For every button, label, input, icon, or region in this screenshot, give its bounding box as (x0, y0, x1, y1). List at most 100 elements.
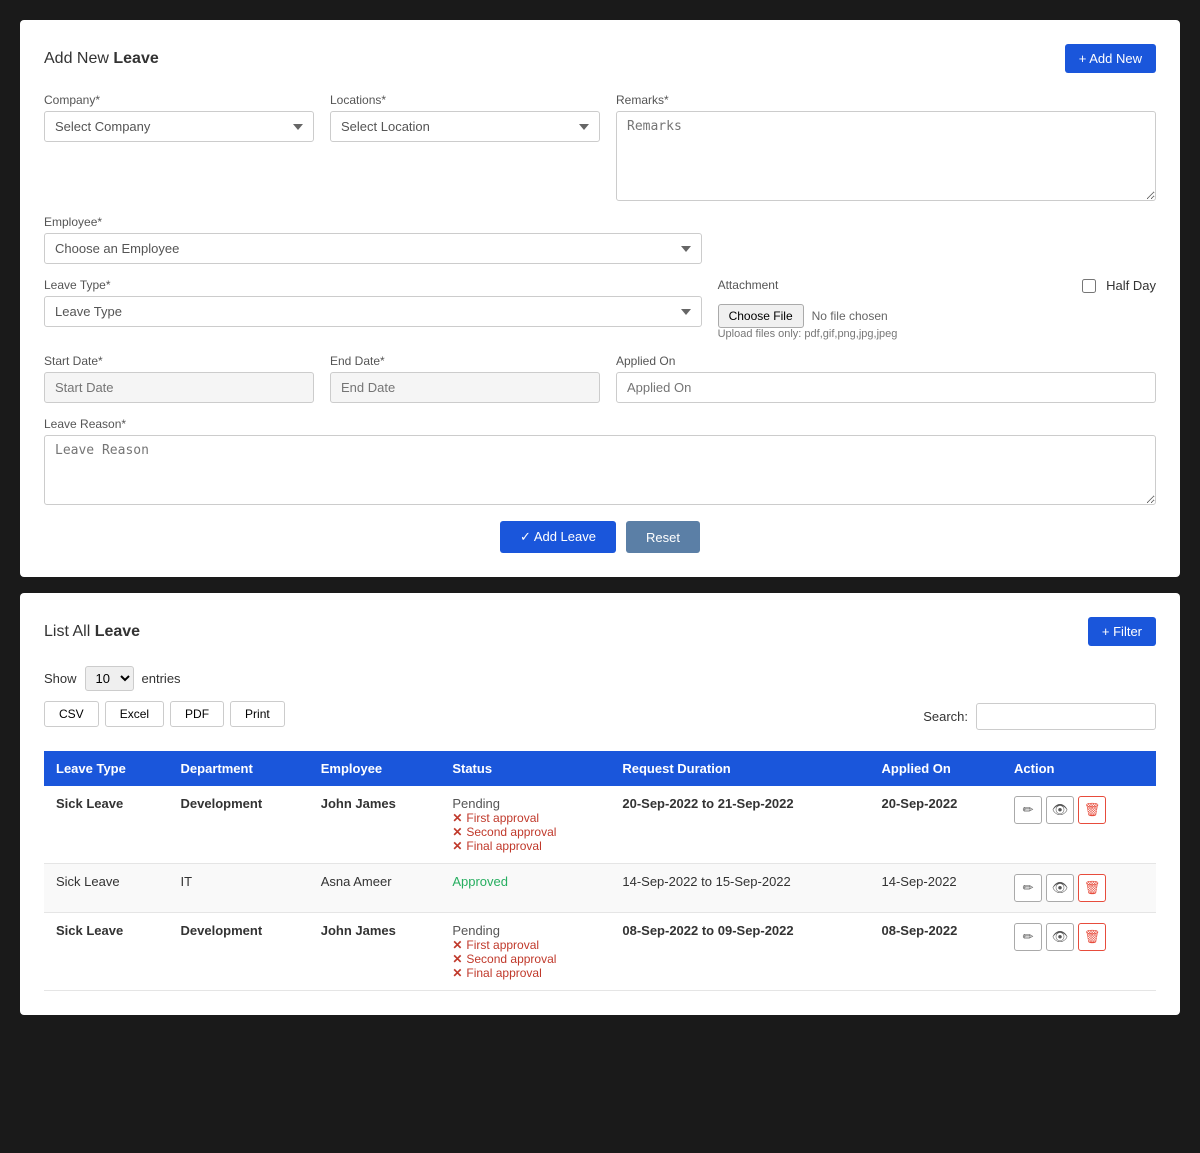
col-status: Status (440, 751, 610, 786)
approval-label: First approval (466, 938, 539, 952)
half-day-checkbox[interactable] (1082, 279, 1096, 293)
col-request-duration: Request Duration (610, 751, 869, 786)
delete-button[interactable]: 🗑 (1078, 796, 1106, 824)
table-row: Sick LeaveDevelopmentJohn JamesPending✕F… (44, 913, 1156, 991)
print-button[interactable]: Print (230, 701, 285, 727)
view-button[interactable]: 👁 (1046, 923, 1074, 951)
end-date-label: End Date* (330, 354, 600, 368)
cell-department: Development (169, 786, 309, 864)
cell-department: Development (169, 913, 309, 991)
view-button[interactable]: 👁 (1046, 796, 1074, 824)
pdf-button[interactable]: PDF (170, 701, 224, 727)
search-input[interactable] (976, 703, 1156, 730)
cell-request-duration: 14-Sep-2022 to 15-Sep-2022 (610, 864, 869, 913)
cell-employee: John James (309, 786, 441, 864)
remarks-label: Remarks* (616, 93, 1156, 107)
attachment-group: Attachment Half Day Choose File No file … (718, 278, 1156, 340)
leave-type-select[interactable]: Leave Type (44, 296, 702, 327)
entries-select[interactable]: 10 (85, 666, 134, 691)
delete-button[interactable]: 🗑 (1078, 923, 1106, 951)
approval-item: ✕First approval (452, 811, 598, 825)
location-group: Locations* Select Location (330, 93, 600, 201)
cell-leave-type: Sick Leave (44, 864, 169, 913)
x-icon: ✕ (452, 811, 462, 825)
half-day-group: Half Day (1082, 278, 1156, 293)
employee-label: Employee* (44, 215, 702, 229)
applied-on-label: Applied On (616, 354, 1156, 368)
export-search-row: CSV Excel PDF Print Search: (44, 701, 1156, 741)
cell-leave-type: Sick Leave (44, 786, 169, 864)
list-leave-title: List All Leave (44, 623, 140, 641)
cell-employee: John James (309, 913, 441, 991)
action-buttons: ✏ 👁 🗑 (1014, 923, 1144, 951)
cell-status: Pending✕First approval✕Second approval✕F… (440, 786, 610, 864)
remarks-group: Remarks* (616, 93, 1156, 201)
approval-label: Final approval (466, 839, 541, 853)
add-leave-header: Add New Leave + Add New (44, 44, 1156, 73)
approval-item: ✕ Final approval (452, 966, 598, 980)
location-select[interactable]: Select Location (330, 111, 600, 142)
choose-file-button[interactable]: Choose File (718, 304, 804, 328)
approval-item: ✕ Second approval (452, 952, 598, 966)
applied-on-input[interactable] (616, 372, 1156, 403)
cell-request-duration: 20-Sep-2022 to 21-Sep-2022 (610, 786, 869, 864)
employee-select[interactable]: Choose an Employee (44, 233, 702, 264)
cell-status: Approved (440, 864, 610, 913)
status-approved: Approved (452, 874, 508, 889)
action-buttons: ✏ 👁 🗑 (1014, 874, 1144, 902)
company-group: Company* Select Company (44, 93, 314, 201)
cell-department: IT (169, 864, 309, 913)
excel-button[interactable]: Excel (105, 701, 164, 727)
start-date-input[interactable] (44, 372, 314, 403)
form-row-employee: Employee* Choose an Employee (44, 215, 1156, 264)
start-date-group: Start Date* (44, 354, 314, 403)
col-employee: Employee (309, 751, 441, 786)
applied-on-group: Applied On (616, 354, 1156, 403)
company-label: Company* (44, 93, 314, 107)
reset-button[interactable]: Reset (626, 521, 700, 553)
half-day-label: Half Day (1106, 278, 1156, 293)
approval-label: Final approval (466, 966, 541, 980)
action-buttons: ✏ 👁 🗑 (1014, 796, 1144, 824)
list-leave-card: List All Leave + Filter Show 10 entries … (20, 593, 1180, 1015)
status-pending: Pending (452, 796, 500, 811)
cell-applied-on: 08-Sep-2022 (869, 913, 1002, 991)
table-header-row: Leave Type Department Employee Status Re… (44, 751, 1156, 786)
cell-action: ✏ 👁 🗑 (1002, 913, 1156, 991)
add-leave-button[interactable]: ✓ Add Leave (500, 521, 616, 553)
approval-label: Second approval (466, 952, 556, 966)
cell-action: ✏ 👁 🗑 (1002, 786, 1156, 864)
leave-type-label: Leave Type* (44, 278, 702, 292)
no-file-label: No file chosen (812, 309, 888, 323)
table-row: Sick LeaveITAsna Ameer Approved 14-Sep-202… (44, 864, 1156, 913)
attachment-label: Attachment (718, 278, 779, 292)
start-date-label: Start Date* (44, 354, 314, 368)
edit-button[interactable]: ✏ (1014, 796, 1042, 824)
cell-status: Pending✕First approval✕Second approval✕F… (440, 913, 610, 991)
edit-button[interactable]: ✏ (1014, 923, 1042, 951)
x-icon: ✕ (452, 966, 462, 980)
cell-employee: Asna Ameer (309, 864, 441, 913)
form-row-dates: Start Date* End Date* Applied On (44, 354, 1156, 403)
add-leave-card: Add New Leave + Add New Company* Select … (20, 20, 1180, 577)
edit-button[interactable]: ✏ (1014, 874, 1042, 902)
filter-button[interactable]: + Filter (1088, 617, 1156, 646)
x-icon: ✕ (452, 938, 462, 952)
cell-request-duration: 08-Sep-2022 to 09-Sep-2022 (610, 913, 869, 991)
csv-button[interactable]: CSV (44, 701, 99, 727)
leave-reason-label: Leave Reason* (44, 417, 1156, 431)
form-row-leavetype-attachment: Leave Type* Leave Type Attachment Half D… (44, 278, 1156, 340)
view-button[interactable]: 👁 (1046, 874, 1074, 902)
end-date-input[interactable] (330, 372, 600, 403)
company-select[interactable]: Select Company (44, 111, 314, 142)
x-icon: ✕ (452, 825, 462, 839)
leave-reason-textarea[interactable] (44, 435, 1156, 505)
add-new-button[interactable]: + Add New (1065, 44, 1156, 73)
cell-action: ✏ 👁 🗑 (1002, 864, 1156, 913)
remarks-textarea[interactable] (616, 111, 1156, 201)
x-icon: ✕ (452, 952, 462, 966)
delete-button[interactable]: 🗑 (1078, 874, 1106, 902)
leave-type-group: Leave Type* Leave Type (44, 278, 702, 340)
form-row-leave-reason: Leave Reason* (44, 417, 1156, 505)
table-row: Sick LeaveDevelopmentJohn JamesPending✕F… (44, 786, 1156, 864)
